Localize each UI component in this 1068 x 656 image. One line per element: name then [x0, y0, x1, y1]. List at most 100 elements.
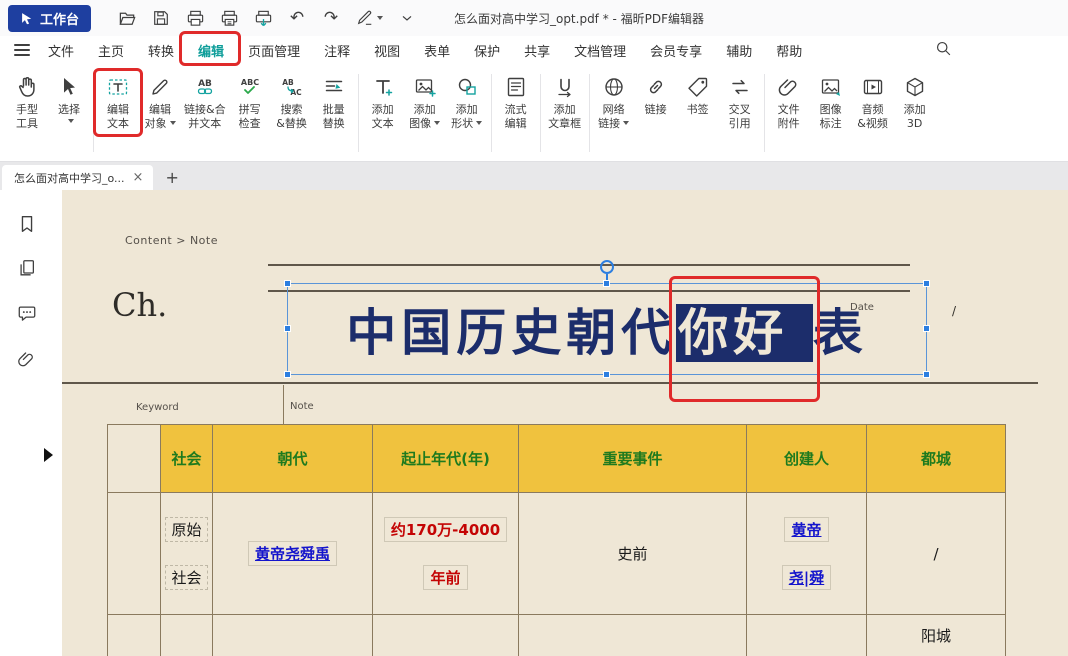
founder-link-1[interactable]: 黄帝 — [784, 517, 828, 542]
panel-pages-button[interactable] — [15, 256, 39, 280]
tool-search-replace[interactable]: ABAC 搜索&替换 — [271, 72, 313, 133]
history-table: 社会 朝代 起止年代(年) 重要事件 创建人 都城 原始 社会 黄帝尧舜禹 约1… — [107, 424, 1006, 656]
menu-accessibility[interactable]: 辅助 — [714, 36, 764, 64]
table-cell-society: 原始 社会 — [161, 493, 213, 615]
dynasty-link[interactable]: 黄帝尧舜禹 — [248, 541, 337, 566]
menu-edit[interactable]: 编辑 — [186, 36, 236, 64]
redo-button[interactable]: ↷ — [317, 5, 345, 31]
table-cell-society-2 — [161, 615, 213, 656]
document-tab[interactable]: 怎么面对高中学习_o... × — [2, 165, 153, 190]
table-cell-empty — [108, 493, 161, 615]
menu-convert[interactable]: 转换 — [136, 36, 186, 64]
svg-text:ABC: ABC — [240, 78, 258, 87]
rotate-handle[interactable] — [600, 260, 614, 274]
tool-link[interactable]: 链接 — [635, 72, 677, 119]
tool-bookmark[interactable]: 书签 — [677, 72, 719, 119]
tool-batch-replace[interactable]: 批量替换 — [313, 72, 355, 133]
ribbon-divider — [540, 74, 541, 152]
printer-icon — [186, 9, 205, 28]
tool-file-attachment[interactable]: 文件附件 — [768, 72, 810, 133]
batch-replace-icon — [321, 74, 347, 100]
chapter-label: Ch. — [112, 286, 167, 324]
menu-file[interactable]: 文件 — [36, 36, 86, 64]
tool-cross-reference[interactable]: 交叉引用 — [719, 72, 761, 133]
note-label: Note — [290, 401, 314, 412]
founder-link-2[interactable]: 尧|舜 — [782, 565, 831, 590]
titlebar: 工作台 ↶ ↷ — [0, 0, 1068, 36]
close-tab-icon[interactable]: × — [133, 170, 144, 185]
tool-add-text[interactable]: 添加文本 — [362, 72, 404, 133]
table-cell-event-2 — [519, 615, 747, 656]
search-button[interactable] — [935, 40, 952, 61]
table-cell-capital: / — [867, 493, 1006, 615]
print-button[interactable] — [181, 5, 209, 31]
tool-add-image[interactable]: 添加图像 — [404, 72, 446, 133]
tool-flow-edit[interactable]: 流式编辑 — [495, 72, 537, 133]
resize-handle-sw[interactable] — [284, 371, 291, 378]
tool-add-shape[interactable]: 添加形状 — [446, 72, 488, 133]
pen-hand-icon — [356, 9, 374, 27]
tool-link-merge-text[interactable]: AB 链接&合并文本 — [181, 72, 229, 133]
tool-spell-check[interactable]: ABC 拼写检查 — [229, 72, 271, 133]
resize-handle-ne[interactable] — [923, 280, 930, 287]
new-tab-button[interactable]: + — [165, 168, 178, 187]
resize-handle-se[interactable] — [923, 371, 930, 378]
ribbon-divider — [93, 74, 94, 152]
panel-attachments-button[interactable] — [15, 347, 39, 371]
film-icon — [860, 74, 886, 100]
document-tab-label: 怎么面对高中学习_o... — [14, 170, 125, 186]
pencil-icon — [147, 74, 173, 100]
add-text-icon — [370, 74, 396, 100]
resize-handle-s[interactable] — [603, 371, 610, 378]
menu-document-management[interactable]: 文档管理 — [562, 36, 638, 64]
collapse-toolbar-button[interactable] — [393, 5, 421, 31]
svg-text:AB: AB — [198, 79, 212, 89]
dropdown-arrow-icon — [623, 121, 629, 125]
panel-bookmarks-button[interactable] — [15, 212, 39, 236]
resize-handle-nw[interactable] — [284, 280, 291, 287]
sign-tool-button[interactable] — [351, 5, 387, 31]
menu-page-management[interactable]: 页面管理 — [236, 36, 312, 64]
tool-add-3d[interactable]: 添加3D — [894, 72, 936, 133]
quick-print-button[interactable] — [249, 5, 277, 31]
tool-image-annotation[interactable]: 图像标注 — [810, 72, 852, 133]
menu-home[interactable]: 主页 — [86, 36, 136, 64]
menu-member-exclusive[interactable]: 会员专享 — [638, 36, 714, 64]
dropdown-arrow-icon — [170, 121, 176, 125]
tool-edit-text[interactable]: 编辑文本 — [97, 72, 139, 133]
menu-share[interactable]: 共享 — [512, 36, 562, 64]
workspace-label: 工作台 — [40, 9, 79, 28]
heading-underline — [62, 382, 1038, 384]
menu-protect[interactable]: 保护 — [462, 36, 512, 64]
table-cell-capital-2: 阳城 — [867, 615, 1006, 656]
svg-text:AB: AB — [282, 78, 294, 87]
spell-check-icon: ABC — [237, 74, 263, 100]
heading-text-before: 中国历史朝代 — [346, 304, 676, 362]
menu-form[interactable]: 表单 — [412, 36, 462, 64]
undo-button[interactable]: ↶ — [283, 5, 311, 31]
batch-print-button[interactable] — [215, 5, 243, 31]
tool-add-article-box[interactable]: 添加文章框 — [544, 72, 586, 133]
expand-panel-handle[interactable] — [44, 448, 53, 462]
resize-handle-w[interactable] — [284, 325, 291, 332]
document-heading[interactable]: 中国历史朝代你好 表 — [346, 293, 867, 365]
resize-handle-e[interactable] — [923, 325, 930, 332]
resize-handle-n[interactable] — [603, 280, 610, 287]
panel-comments-button[interactable] — [15, 301, 39, 325]
tool-web-link[interactable]: 网络链接 — [593, 72, 635, 133]
note-rule-line — [268, 264, 910, 266]
table-cell-period: 约170万-4000 年前 — [373, 493, 519, 615]
menu-view[interactable]: 视图 — [362, 36, 412, 64]
save-button[interactable] — [147, 5, 175, 31]
tool-audio-video[interactable]: 音频&视频 — [852, 72, 894, 133]
heading-selected-text[interactable]: 你好 — [676, 304, 812, 362]
tool-edit-object[interactable]: 编辑对象 — [139, 72, 181, 133]
open-file-button[interactable] — [113, 5, 141, 31]
hamburger-menu-icon[interactable] — [14, 41, 30, 59]
menu-help[interactable]: 帮助 — [764, 36, 814, 64]
menu-comment[interactable]: 注释 — [312, 36, 362, 64]
text-object-selection-box[interactable]: 中国历史朝代你好 表 — [287, 283, 927, 375]
tool-select[interactable]: 选择 — [48, 72, 90, 125]
tool-hand[interactable]: 手型工具 — [6, 72, 48, 133]
workspace-button[interactable]: 工作台 — [8, 5, 91, 32]
